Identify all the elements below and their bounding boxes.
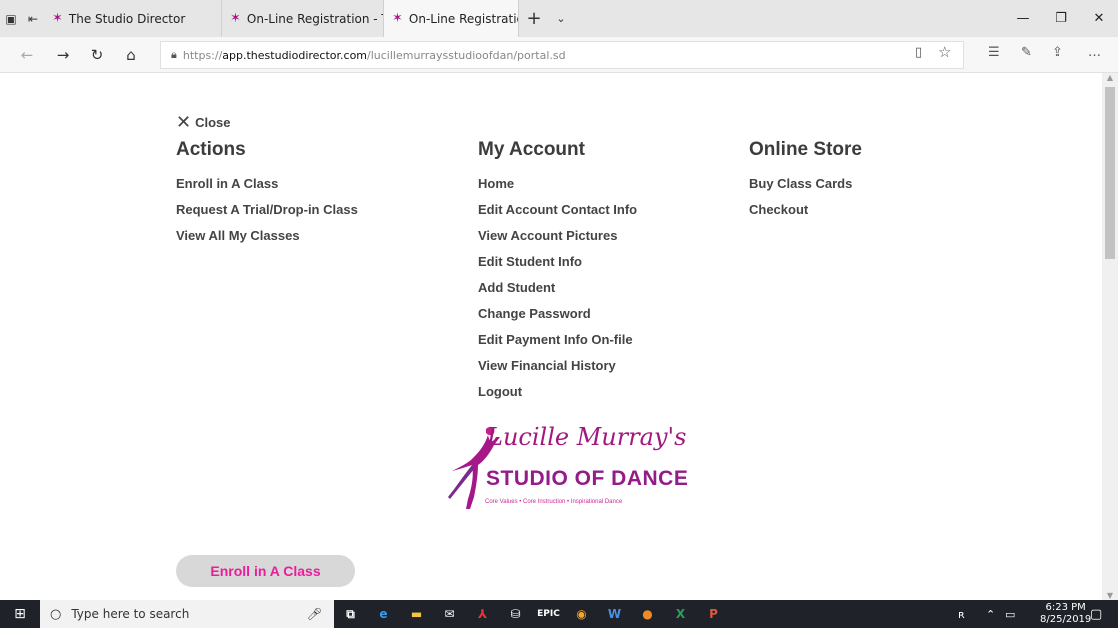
menu-link-edit-payment-info[interactable]: Edit Payment Info On-file [478, 332, 637, 358]
restore-icon[interactable]: ❐ [1042, 0, 1080, 37]
menu-link-edit-student-info[interactable]: Edit Student Info [478, 254, 637, 280]
chevron-down-icon[interactable]: ⌄ [549, 0, 573, 37]
lock-icon: 🔒︎ [171, 48, 177, 61]
close-icon: ✕ [176, 112, 192, 133]
store-icon[interactable]: ⛁ [499, 600, 532, 628]
tab-title: On-Line Registration - 1 [408, 11, 518, 26]
menu-link-request-trial[interactable]: Request A Trial/Drop-in Class [176, 202, 358, 228]
column-heading: My Account [478, 139, 585, 160]
menu-link-financial-history[interactable]: View Financial History [478, 358, 637, 384]
column-heading: Actions [176, 139, 246, 160]
menu-link-buy-class-cards[interactable]: Buy Class Cards [749, 176, 862, 202]
studio-logo: Lucille Murray's STUDIO OF DANCE Core Va… [442, 423, 688, 515]
excel-icon[interactable]: X [664, 600, 697, 628]
column-heading: Online Store [749, 139, 862, 160]
scroll-down-icon[interactable]: ▼ [1102, 591, 1118, 600]
logo-name-text: STUDIO OF DANCE [486, 467, 689, 490]
close-label: Close [195, 115, 231, 130]
close-menu-button[interactable]: ✕ Close [176, 112, 231, 133]
home-icon[interactable]: ⌂ [118, 43, 144, 67]
taskbar-clock[interactable]: 6:23 PM 8/25/2019 [1040, 602, 1091, 626]
menu-link-logout[interactable]: Logout [478, 384, 637, 410]
epic-games-icon[interactable]: EPIC [532, 600, 565, 628]
forward-icon[interactable]: → [50, 43, 76, 67]
acrobat-icon[interactable]: ⅄ [466, 600, 499, 628]
word-icon[interactable]: W [598, 600, 631, 628]
reading-view-icon[interactable]: ▯ [915, 45, 922, 60]
tab-actions-icon[interactable]: ▣ [0, 0, 22, 37]
menu-link-view-pictures[interactable]: View Account Pictures [478, 228, 637, 254]
file-explorer-icon[interactable]: ▬ [400, 600, 433, 628]
actions-column: Actions Enroll in A Class Request A Tria… [176, 139, 358, 254]
windows-start-icon[interactable]: ⊞ [0, 600, 40, 628]
page-scrollbar[interactable]: ▲ ▼ [1102, 73, 1118, 600]
pen-icon[interactable]: ✎ [1021, 45, 1032, 60]
mail-icon[interactable]: ✉ [433, 600, 466, 628]
clock-time: 6:23 PM [1045, 602, 1086, 613]
studio-favicon-icon: ✶ [392, 11, 403, 26]
tab-set-aside-icon[interactable]: ⇤ [22, 0, 44, 37]
taskbar-search-box[interactable]: ○ Type here to search 🎤︎ [40, 600, 334, 628]
more-options-icon[interactable]: … [1088, 45, 1101, 60]
logo-tagline: Core Values • Core Instruction • Inspira… [485, 499, 623, 505]
app-icon[interactable]: ● [631, 600, 664, 628]
menu-link-enroll-in-a-class[interactable]: Enroll in A Class [176, 176, 358, 202]
window-close-icon[interactable]: ✕ [1080, 0, 1118, 37]
studio-favicon-icon: ✶ [230, 11, 241, 26]
refresh-icon[interactable]: ↻ [84, 43, 110, 67]
search-circle-icon: ○ [50, 606, 62, 622]
portal-page: ✕ Close Actions Enroll in A Class Reques… [0, 73, 1102, 600]
navigation-bar: ← → ↻ ⌂ 🔒︎ https://app.thestudiodirector… [0, 37, 1118, 73]
my-account-column: My Account Home Edit Account Contact Inf… [478, 139, 637, 410]
url-path: /lucillemurraysstudioofdan/portal.sd [367, 48, 566, 62]
people-icon[interactable]: ʀ [958, 600, 965, 628]
show-hidden-icons[interactable]: ⌃ [986, 600, 995, 628]
enroll-in-class-button[interactable]: Enroll in A Class [176, 555, 355, 587]
menu-link-add-student[interactable]: Add Student [478, 280, 637, 306]
favorites-hub-icon[interactable]: ☰ [988, 45, 1000, 60]
browser-tab-1[interactable]: ✶ The Studio Director [44, 0, 222, 37]
notifications-icon[interactable]: ▢ [1090, 600, 1102, 628]
menu-link-view-all-classes[interactable]: View All My Classes [176, 228, 358, 254]
browser-tab-3[interactable]: ✶ On-Line Registration - 1 ✕ [384, 0, 519, 37]
edge-browser-icon[interactable]: e [367, 600, 400, 628]
clock-date: 8/25/2019 [1040, 614, 1092, 625]
back-icon[interactable]: ← [14, 43, 40, 67]
menu-link-home[interactable]: Home [478, 176, 637, 202]
minimize-icon[interactable]: — [1004, 0, 1042, 37]
url-scheme: https:// [182, 48, 223, 62]
browser-tab-2[interactable]: ✶ On-Line Registration - The : [222, 0, 384, 37]
powerpoint-icon[interactable]: P [697, 600, 730, 628]
share-icon[interactable]: ⇪ [1052, 45, 1063, 60]
studio-favicon-icon: ✶ [52, 11, 63, 26]
network-icon[interactable]: ▭ [1005, 600, 1015, 628]
new-tab-icon[interactable]: + [519, 0, 549, 37]
tab-title: The Studio Director [68, 11, 186, 26]
search-placeholder: Type here to search [71, 607, 190, 621]
online-store-column: Online Store Buy Class Cards Checkout [749, 139, 862, 228]
task-view-icon[interactable]: ⧉ [334, 600, 367, 628]
menu-link-checkout[interactable]: Checkout [749, 202, 862, 228]
address-bar[interactable]: 🔒︎ https://app.thestudiodirector.com/luc… [160, 41, 964, 69]
browser-tab-strip: ▣ ⇤ ✶ The Studio Director ✶ On-Line Regi… [0, 0, 1118, 37]
logo-script-text: Lucille Murray's [487, 423, 687, 451]
microphone-icon[interactable]: 🎤︎ [307, 607, 322, 621]
menu-link-change-password[interactable]: Change Password [478, 306, 637, 332]
windows-taskbar: ⊞ ○ Type here to search 🎤︎ ⧉ e ▬ ✉ ⅄ ⛁ E… [0, 600, 1118, 628]
tab-title: On-Line Registration - The : [246, 11, 383, 26]
url-host: app.thestudiodirector.com [222, 48, 368, 62]
menu-link-edit-contact-info[interactable]: Edit Account Contact Info [478, 202, 637, 228]
chrome-icon[interactable]: ◉ [565, 600, 598, 628]
scrollbar-thumb[interactable] [1105, 87, 1115, 259]
favorite-star-icon[interactable]: ☆ [938, 43, 951, 61]
scroll-up-icon[interactable]: ▲ [1102, 73, 1118, 82]
